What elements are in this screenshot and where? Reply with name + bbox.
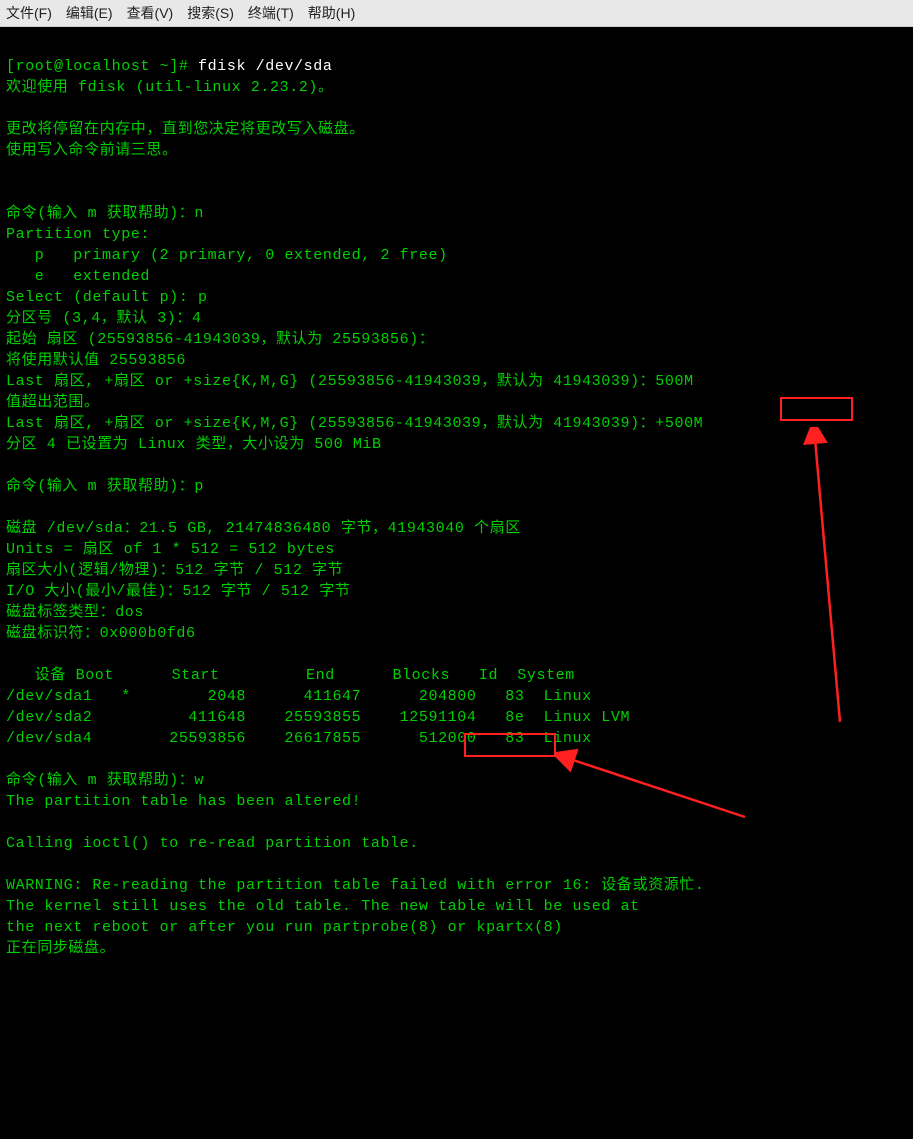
terminal-line: Select (default p): p [6, 289, 208, 306]
terminal-line: 值超出范围。 [6, 394, 100, 411]
menu-file[interactable]: 文件(F) [6, 3, 52, 23]
terminal-line: Last 扇区, +扇区 or +size{K,M,G} (25593856-4… [6, 373, 694, 390]
terminal-line: 起始 扇区 (25593856-41943039，默认为 25593856)： [6, 331, 434, 348]
terminal-line: 命令(输入 m 获取帮助)：w [6, 772, 204, 789]
terminal-line: 磁盘标识符：0x000b0fd6 [6, 625, 196, 642]
arrow-top-icon [780, 427, 860, 727]
terminal-line: 命令(输入 m 获取帮助)：p [6, 478, 204, 495]
terminal-line: 正在同步磁盘。 [6, 940, 115, 957]
terminal-line: Calling ioctl() to re-read partition tab… [6, 835, 419, 852]
menu-help[interactable]: 帮助(H) [308, 3, 355, 23]
terminal-line: Last 扇区, +扇区 or +size{K,M,G} (25593856-4… [6, 415, 703, 432]
terminal-line: 命令(输入 m 获取帮助)：n [6, 205, 204, 222]
arrow-bottom-icon [555, 747, 755, 827]
terminal-line: 使用写入命令前请三思。 [6, 142, 178, 159]
prompt-bracket-close: ]# [169, 58, 198, 75]
terminal-line: 将使用默认值 25593856 [6, 352, 186, 369]
terminal-line: p primary (2 primary, 0 extended, 2 free… [6, 247, 448, 264]
prompt-user: root@localhost ~ [16, 58, 170, 75]
terminal-line: 扇区大小(逻辑/物理)：512 字节 / 512 字节 [6, 562, 343, 579]
terminal-line: 更改将停留在内存中，直到您决定将更改写入磁盘。 [6, 121, 365, 138]
terminal-line: The kernel still uses the old table. The… [6, 898, 640, 915]
terminal-line: The partition table has been altered! [6, 793, 361, 810]
terminal-line: Units = 扇区 of 1 * 512 = 512 bytes [6, 541, 335, 558]
prompt-bracket-open: [ [6, 58, 16, 75]
terminal-line: 磁盘 /dev/sda：21.5 GB, 21474836480 字节，4194… [6, 520, 521, 537]
terminal-line: 分区 4 已设置为 Linux 类型，大小设为 500 MiB [6, 436, 382, 453]
command-text: fdisk /dev/sda [198, 58, 332, 75]
terminal-line: /dev/sda2 411648 25593855 12591104 8e Li… [6, 709, 630, 726]
terminal-window[interactable]: [root@localhost ~]# fdisk /dev/sda 欢迎使用 … [0, 27, 913, 1139]
terminal-line: e extended [6, 268, 150, 285]
menu-edit[interactable]: 编辑(E) [66, 3, 113, 23]
terminal-line: the next reboot or after you run partpro… [6, 919, 563, 936]
terminal-line: 磁盘标签类型：dos [6, 604, 144, 621]
terminal-line: /dev/sda1 * 2048 411647 204800 83 Linux [6, 688, 592, 705]
terminal-line: I/O 大小(最小/最佳)：512 字节 / 512 字节 [6, 583, 350, 600]
menu-view[interactable]: 查看(V) [127, 3, 174, 23]
menubar: 文件(F) 编辑(E) 查看(V) 搜索(S) 终端(T) 帮助(H) [0, 0, 913, 27]
terminal-line: WARNING: Re-reading the partition table … [6, 877, 705, 894]
terminal-line: 分区号 (3,4，默认 3)：4 [6, 310, 202, 327]
terminal-line: /dev/sda4 25593856 26617855 512000 83 Li… [6, 730, 592, 747]
terminal-line: Partition type: [6, 226, 150, 243]
terminal-line: 欢迎使用 fdisk (util-linux 2.23.2)。 [6, 79, 334, 96]
menu-search[interactable]: 搜索(S) [187, 3, 234, 23]
terminal-line: 设备 Boot Start End Blocks Id System [6, 667, 575, 684]
menu-terminal[interactable]: 终端(T) [248, 3, 294, 23]
highlight-box-500m [780, 397, 853, 421]
